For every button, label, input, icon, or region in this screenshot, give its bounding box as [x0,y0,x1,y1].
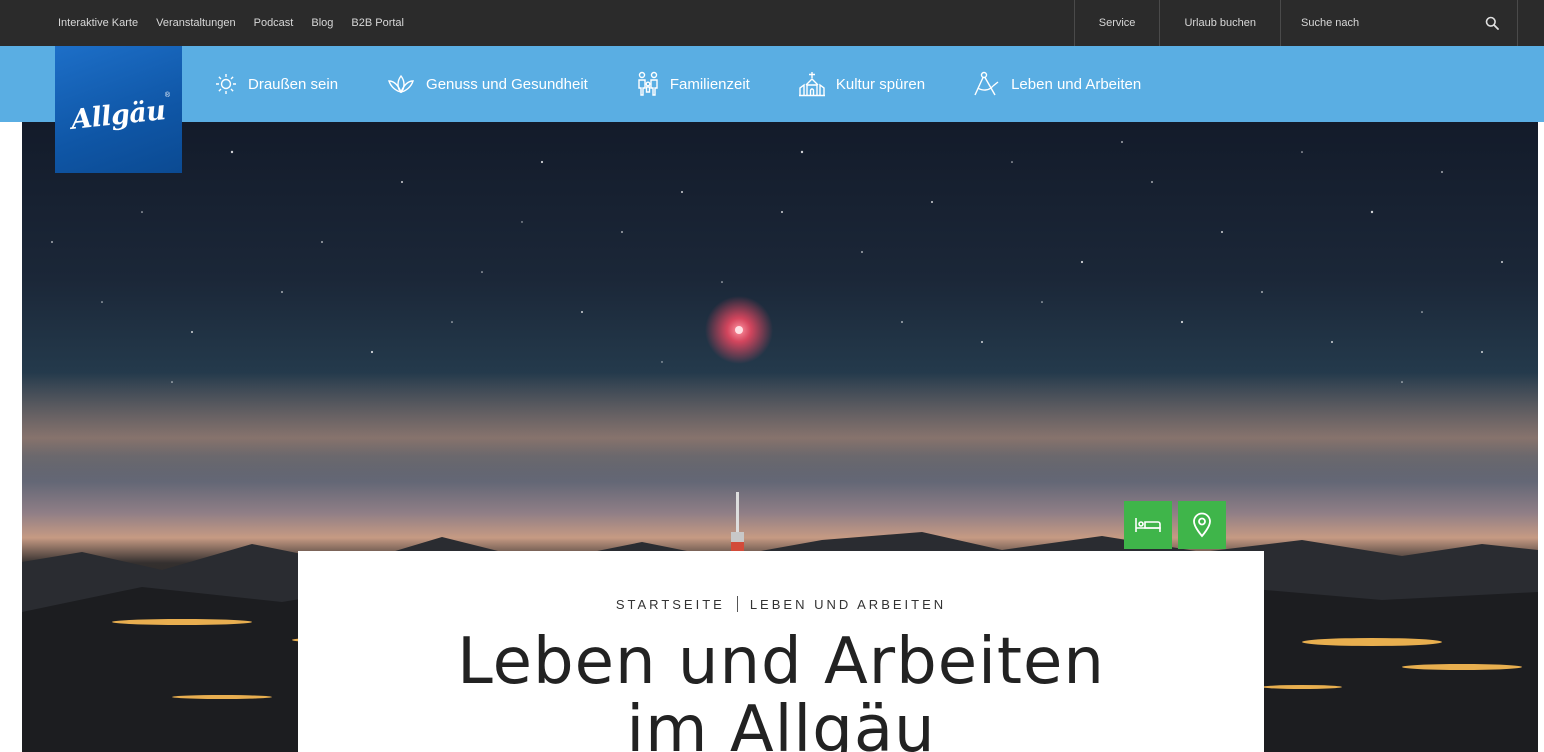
search-box [1280,0,1518,46]
page-title-line-1: Leben und Arbeiten [457,625,1105,699]
link-blog[interactable]: Blog [311,17,333,29]
lotus-icon [388,74,415,93]
nav-label: Familienzeit [669,75,750,93]
nav-item-enjoyment-health[interactable]: Genuss und Gesundheit [386,73,588,95]
family-icon [638,71,658,96]
top-utility-bar: Interaktive Karte Veranstaltungen Podcas… [0,0,1544,46]
sun-gear-icon [216,74,236,94]
logo-text: Allgäu [69,95,168,136]
compass-icon [974,71,999,96]
top-right-group: Service Urlaub buchen [1073,0,1518,46]
breadcrumb-home[interactable]: STARTSEITE [616,597,725,612]
nav-label: Draußen sein [248,75,339,93]
breadcrumb-current[interactable]: LEBEN UND ARBEITEN [750,597,946,612]
logo-registered-mark: ® [164,92,170,99]
search-icon[interactable] [1485,16,1499,30]
main-nav-items: Draußen sein Genuss und Gesundheit Famil… [214,46,1141,122]
book-holiday-link[interactable]: Urlaub buchen [1159,0,1280,46]
nav-item-outdoors[interactable]: Draußen sein [214,72,338,96]
search-input[interactable] [1301,17,1451,29]
service-link[interactable]: Service [1073,0,1160,46]
nav-item-living-working[interactable]: Leben und Arbeiten [973,71,1141,97]
location-button[interactable] [1178,501,1226,549]
link-b2b-portal[interactable]: B2B Portal [351,17,404,29]
nav-label: Leben und Arbeiten [1011,75,1142,93]
accommodation-button[interactable] [1124,501,1172,549]
page-title: Leben und Arbeiten im Allgäu [298,628,1264,752]
top-links: Interaktive Karte Veranstaltungen Podcas… [58,0,404,46]
nav-label: Genuss und Gesundheit [426,75,588,93]
content-card: STARTSEITE LEBEN UND ARBEITEN Leben und … [298,551,1264,752]
church-icon [798,72,825,97]
nav-item-family-time[interactable]: Familienzeit [636,71,750,97]
page-title-line-2: im Allgäu [626,693,936,752]
link-interactive-map[interactable]: Interaktive Karte [58,17,138,29]
allgaeu-logo[interactable]: Allgäu ® [55,46,182,173]
link-podcast[interactable]: Podcast [254,17,294,29]
link-events[interactable]: Veranstaltungen [156,17,236,29]
nav-item-culture[interactable]: Kultur spüren [798,71,925,97]
main-navigation: Draußen sein Genuss und Gesundheit Famil… [0,46,1544,122]
breadcrumb-separator [736,596,738,612]
breadcrumb: STARTSEITE LEBEN UND ARBEITEN [298,596,1264,612]
nav-label: Kultur spüren [835,75,926,93]
location-pin-icon [1193,512,1211,538]
bed-icon [1135,518,1161,532]
